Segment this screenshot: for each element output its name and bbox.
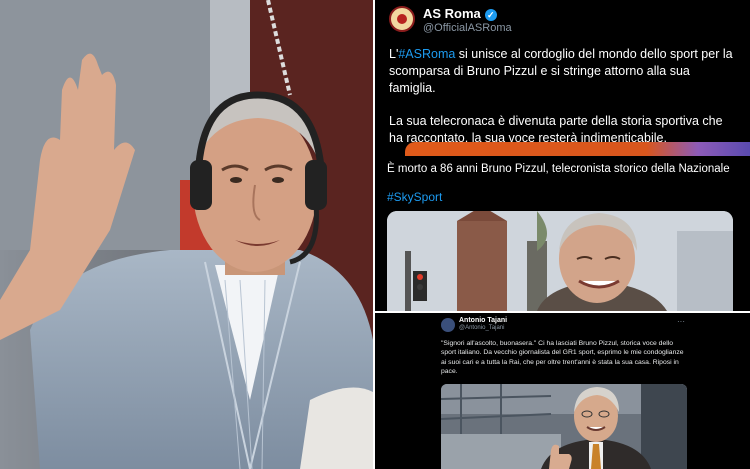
hashtag-skysport[interactable]: #SkySport: [387, 190, 442, 204]
text-prefix: L': [389, 47, 399, 61]
tweet-tajani[interactable]: Antonio Tajani @Antonio_Tajani ··· "Sign…: [375, 313, 750, 469]
verified-badge-icon: ✓: [484, 8, 497, 21]
tweet-media-photo[interactable]: [387, 211, 733, 311]
photo-pizzul-milan: [387, 211, 733, 311]
tweet-body: "Signori all'ascolto, buonasera." Ci ha …: [441, 340, 684, 376]
tweet-author-name[interactable]: AS Roma ✓: [423, 6, 497, 21]
tweet-author-handle[interactable]: @OfficialASRoma: [423, 22, 512, 34]
photo-pizzul-stadium: [441, 384, 687, 469]
main-photo: [0, 0, 373, 469]
tweet-body: L'#ASRoma si unisce al cordoglio del mon…: [389, 46, 739, 156]
media-preview-strip[interactable]: [405, 142, 750, 156]
tajani-avatar[interactable]: [441, 318, 455, 332]
tweet-skysport[interactable]: È morto a 86 anni Bruno Pizzul, telecron…: [375, 156, 750, 311]
more-options-icon[interactable]: ···: [677, 317, 685, 326]
tweet-author-name[interactable]: Antonio Tajani: [459, 317, 507, 324]
hashtag-asroma[interactable]: #ASRoma: [398, 47, 455, 61]
tweet-asroma[interactable]: AS Roma ✓ @OfficialASRoma L'#ASRoma si un…: [375, 0, 750, 156]
tweet-media-photo[interactable]: [441, 384, 687, 469]
photo-bruno-pizzul-waving: [0, 0, 373, 469]
asroma-avatar[interactable]: [389, 6, 415, 32]
tweet-author-handle[interactable]: @Antonio_Tajani: [459, 325, 504, 331]
tweet-headline: È morto a 86 anni Bruno Pizzul, telecron…: [387, 163, 730, 175]
tweet-paragraph-1: L'#ASRoma si unisce al cordoglio del mon…: [389, 46, 739, 97]
